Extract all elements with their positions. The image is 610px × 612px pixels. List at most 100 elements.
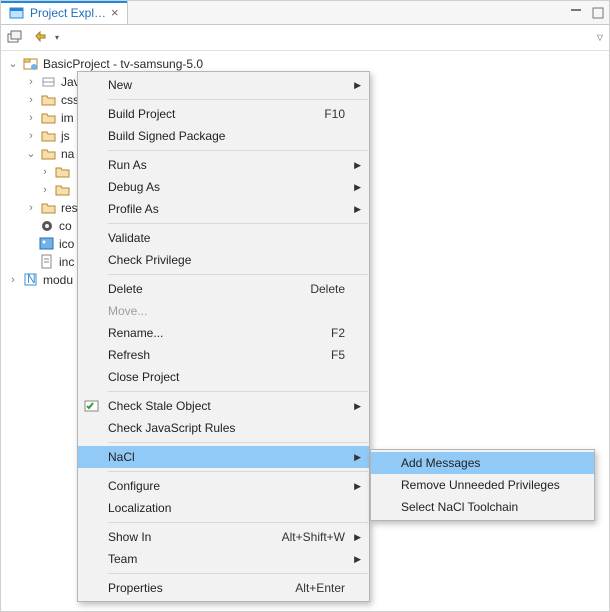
menu-item-refresh[interactable]: Refresh F5 <box>78 344 369 366</box>
tab-project-explorer[interactable]: Project Expl… × <box>1 1 128 24</box>
chevron-right-icon: ▶ <box>354 481 361 492</box>
menu-item-check-privilege[interactable]: Check Privilege <box>78 249 369 271</box>
menu-item-debug-as[interactable]: Debug As ▶ <box>78 176 369 198</box>
submenu-item-select-nacl-toolchain[interactable]: Select NaCl Toolchain <box>371 496 594 518</box>
menu-label: Rename... <box>108 326 313 340</box>
menu-label: Profile As <box>108 202 345 216</box>
folder-icon <box>41 200 57 216</box>
menu-item-validate[interactable]: Validate <box>78 227 369 249</box>
menu-item-close-project[interactable]: Close Project <box>78 366 369 388</box>
menu-item-team[interactable]: Team ▶ <box>78 548 369 570</box>
separator <box>108 150 368 151</box>
check-stale-icon <box>84 398 100 414</box>
chevron-right-icon: ▶ <box>354 182 361 193</box>
view-menu-icon[interactable]: ▽ <box>597 33 603 42</box>
chevron-right-icon: ▶ <box>354 401 361 412</box>
separator <box>108 471 368 472</box>
view-header: Project Expl… × <box>1 1 609 25</box>
menu-item-move: Move... <box>78 300 369 322</box>
link-editor-icon[interactable] <box>33 30 49 46</box>
file-icon <box>39 254 55 270</box>
separator <box>108 391 368 392</box>
twisty-open-icon[interactable]: ⌄ <box>7 55 19 73</box>
menu-item-build-project[interactable]: Build Project F10 <box>78 103 369 125</box>
menu-label: Run As <box>108 158 345 172</box>
menu-label: Check Stale Object <box>108 399 345 413</box>
menu-item-show-in[interactable]: Show InAlt+Shift+W▶ <box>78 526 369 548</box>
menu-accelerator: F2 <box>331 326 345 340</box>
menu-accelerator: F10 <box>324 107 345 121</box>
chevron-right-icon: ▶ <box>354 80 361 91</box>
twisty-open-icon[interactable]: ⌄ <box>25 145 37 163</box>
folder-icon <box>41 128 57 144</box>
collapse-all-icon[interactable] <box>7 30 23 46</box>
menu-item-localization[interactable]: Localization <box>78 497 369 519</box>
menu-label: Close Project <box>108 370 345 384</box>
maximize-button[interactable] <box>587 1 609 24</box>
menu-item-rename[interactable]: Rename... F2 <box>78 322 369 344</box>
menu-label: Show In <box>108 530 264 544</box>
menu-label: Validate <box>108 231 345 245</box>
menu-item-check-stale-object[interactable]: Check Stale Object ▶ <box>78 395 369 417</box>
tree-label: js <box>61 127 70 145</box>
tree-label: ico <box>59 235 74 253</box>
menu-accelerator: Alt+Enter <box>295 581 345 595</box>
menu-label: Configure <box>108 479 345 493</box>
context-menu: New▶ Build Project F10 Build Signed Package… <box>77 71 370 602</box>
menu-item-new[interactable]: New▶ <box>78 74 369 96</box>
chevron-right-icon: ▶ <box>354 532 361 543</box>
tree-label: modu <box>43 271 73 289</box>
menu-item-delete[interactable]: Delete Delete <box>78 278 369 300</box>
menu-label: Debug As <box>108 180 345 194</box>
chevron-down-icon[interactable]: ▾ <box>55 33 59 42</box>
chevron-right-icon: ▶ <box>354 554 361 565</box>
folder-icon <box>41 110 57 126</box>
submenu-item-remove-unneeded-privileges[interactable]: Remove Unneeded Privileges <box>371 474 594 496</box>
twisty-closed-icon[interactable]: › <box>25 73 37 91</box>
minimize-button[interactable] <box>565 1 587 24</box>
menu-label: Add Messages <box>401 456 570 470</box>
image-icon <box>39 236 55 252</box>
tree-label: inc <box>59 253 74 271</box>
close-icon[interactable]: × <box>111 6 119 19</box>
folder-icon <box>41 92 57 108</box>
menu-label: Team <box>108 552 345 566</box>
folder-icon <box>55 182 71 198</box>
separator <box>108 274 368 275</box>
menu-label: Remove Unneeded Privileges <box>401 478 570 492</box>
menu-label: Delete <box>108 282 292 296</box>
menu-item-build-signed-package[interactable]: Build Signed Package <box>78 125 369 147</box>
tree-label: im <box>61 109 74 127</box>
gear-icon <box>39 218 55 234</box>
chevron-right-icon: ▶ <box>354 160 361 171</box>
twisty-closed-icon[interactable]: › <box>25 127 37 145</box>
folder-icon <box>55 164 71 180</box>
menu-label: Build Project <box>108 107 306 121</box>
menu-label: NaCl <box>108 450 345 464</box>
menu-label: Properties <box>108 581 277 595</box>
twisty-closed-icon[interactable]: › <box>39 163 51 181</box>
tree-label: co <box>59 217 72 235</box>
menu-item-run-as[interactable]: Run As ▶ <box>78 154 369 176</box>
twisty-closed-icon[interactable]: › <box>25 199 37 217</box>
menu-item-check-javascript-rules[interactable]: Check JavaScript Rules <box>78 417 369 439</box>
menu-item-properties[interactable]: Properties Alt+Enter <box>78 577 369 599</box>
menu-item-nacl[interactable]: NaCl▶ <box>78 446 369 468</box>
twisty-closed-icon[interactable]: › <box>25 91 37 109</box>
menu-label: Localization <box>108 501 345 515</box>
menu-item-configure[interactable]: Configure ▶ <box>78 475 369 497</box>
menu-item-profile-as[interactable]: Profile As ▶ <box>78 198 369 220</box>
menu-label: Build Signed Package <box>108 129 345 143</box>
chevron-right-icon: ▶ <box>354 204 361 215</box>
submenu-item-add-messages[interactable]: Add Messages <box>371 452 594 474</box>
menu-accelerator: Delete <box>310 282 345 296</box>
menu-accelerator: F5 <box>331 348 345 362</box>
twisty-closed-icon[interactable]: › <box>7 271 19 289</box>
menu-label: Refresh <box>108 348 313 362</box>
project-icon <box>23 56 39 72</box>
twisty-closed-icon[interactable]: › <box>39 181 51 199</box>
project-explorer-icon <box>9 5 25 21</box>
separator <box>108 442 368 443</box>
tab-title: Project Expl… <box>30 6 106 20</box>
twisty-closed-icon[interactable]: › <box>25 109 37 127</box>
